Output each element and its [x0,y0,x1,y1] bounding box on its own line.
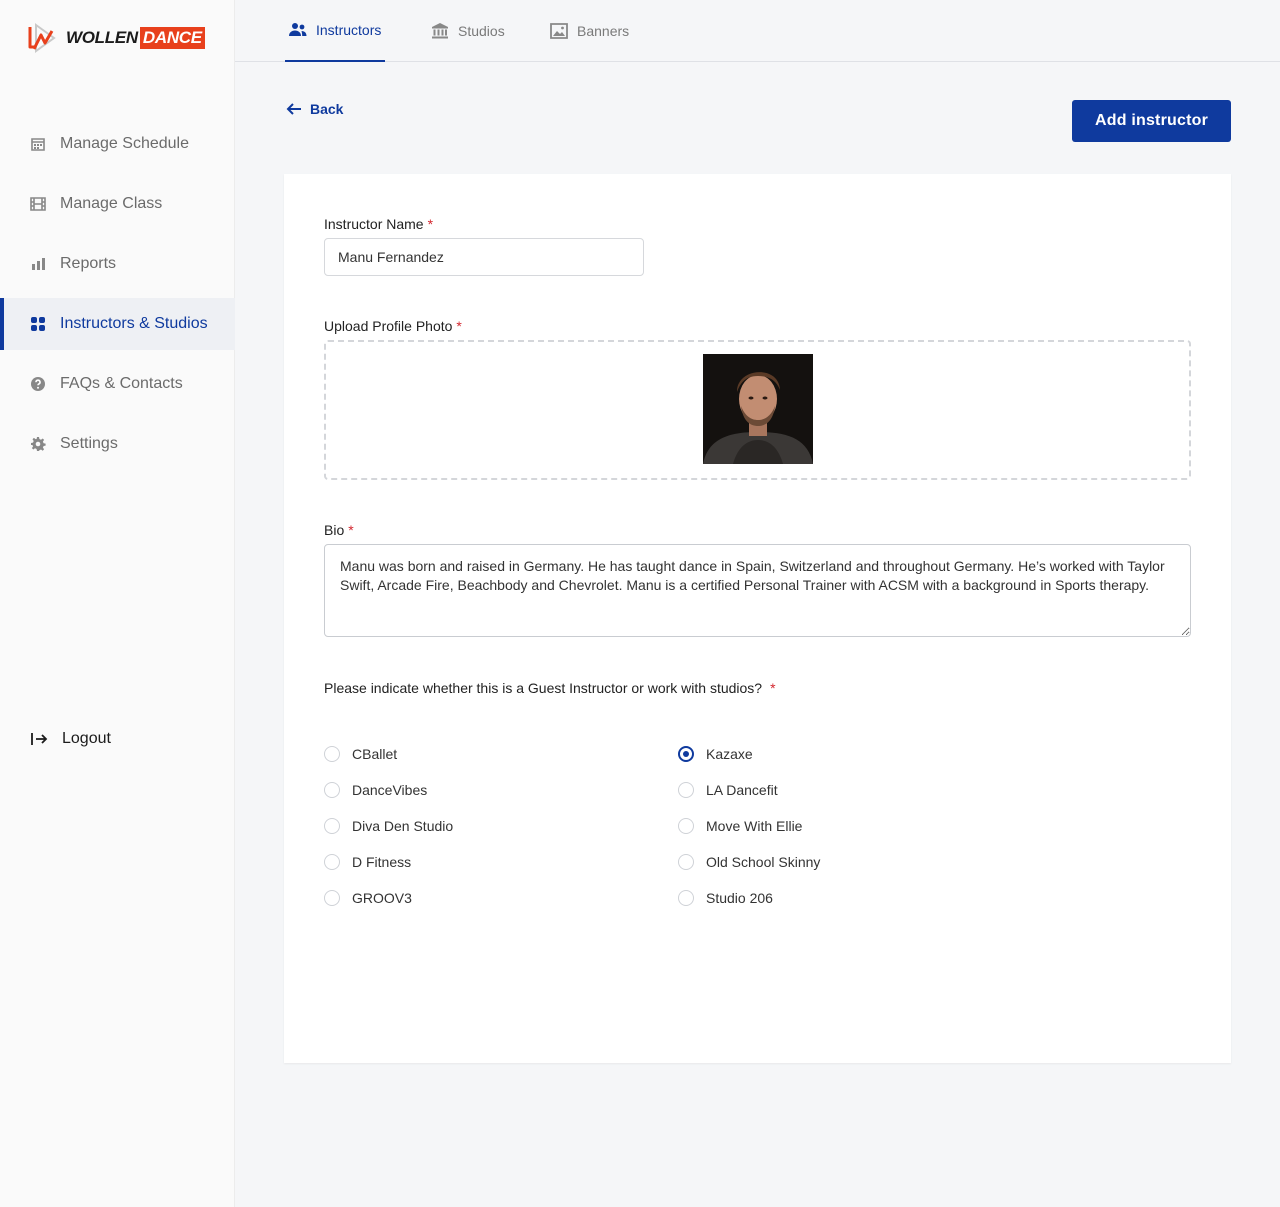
sidebar-item-settings[interactable]: Settings [0,418,235,470]
radio-option-studio-206[interactable]: Studio 206 [678,890,773,906]
bio-textarea[interactable]: Manu was born and raised in Germany. He … [324,544,1191,637]
radio-label: GROOV3 [352,890,412,906]
brand-logo[interactable]: WOLLEN DANCE [24,20,205,56]
radio-option-move-with-ellie[interactable]: Move With Ellie [678,818,802,834]
bank-icon [432,23,448,39]
radio-button[interactable] [324,854,340,870]
radio-button[interactable] [678,890,694,906]
label-text: Upload Profile Photo [324,318,453,334]
tab-instructors[interactable]: Instructors [285,0,386,62]
back-label: Back [310,101,344,117]
sidebar-item-label: FAQs & Contacts [60,375,183,392]
gear-icon [31,437,46,451]
image-icon [550,23,568,39]
brand-name-part2: DANCE [139,27,205,49]
add-instructor-button[interactable]: Add instructor [1072,100,1231,142]
required-mark: * [770,680,776,696]
radio-button-selected[interactable] [678,746,694,762]
grid-icon [31,317,45,331]
studios-question-label: Please indicate whether this is a Guest … [324,680,776,696]
sidebar-item-reports[interactable]: Reports [0,238,235,290]
instructor-name-input[interactable] [324,238,644,276]
instructor-name-label: Instructor Name * [324,216,433,232]
tab-label: Banners [577,23,630,39]
users-icon [289,23,307,36]
sidebar-nav: Manage Schedule Manage Class Reports Ins… [0,118,235,478]
required-mark: * [348,522,354,538]
radio-button[interactable] [324,818,340,834]
label-text: Bio [324,522,345,538]
radio-label: Studio 206 [706,890,773,906]
label-text: Instructor Name [324,216,424,232]
radio-label: CBallet [352,746,398,762]
top-tabs: Instructors Studios Banners [235,0,1280,62]
sidebar-item-manage-schedule[interactable]: Manage Schedule [0,118,235,170]
bar-chart-icon [32,258,45,270]
logo-mark-icon [28,23,56,53]
radio-button[interactable] [678,782,694,798]
radio-button[interactable] [678,854,694,870]
radio-option-old-school-skinny[interactable]: Old School Skinny [678,854,820,870]
tab-studios[interactable]: Studios [431,0,505,62]
photo-label: Upload Profile Photo * [324,318,462,334]
sidebar: WOLLEN DANCE Manage Schedule Manage Clas… [0,0,235,1207]
profile-photo-image [703,354,813,464]
sidebar-item-label: Reports [60,255,117,272]
back-link[interactable]: Back [285,100,343,118]
radio-button[interactable] [324,782,340,798]
sidebar-item-label: Settings [60,435,118,452]
radio-option-kazaxe[interactable]: Kazaxe [678,746,753,762]
radio-label: Diva Den Studio [352,818,454,834]
sidebar-item-manage-class[interactable]: Manage Class [0,178,235,230]
radio-button[interactable] [678,818,694,834]
logout-label: Logout [62,730,111,747]
tab-label: Instructors [316,22,382,38]
radio-option-diva-den-studio[interactable]: Diva Den Studio [324,818,453,834]
radio-label: DanceVibes [352,782,428,798]
tab-banners[interactable]: Banners [550,0,629,62]
radio-button[interactable] [324,890,340,906]
radio-option-dancevibes[interactable]: DanceVibes [324,782,427,798]
radio-button[interactable] [324,746,340,762]
tab-label: Studios [458,23,505,39]
radio-label: D Fitness [352,854,412,870]
radio-option-d-fitness[interactable]: D Fitness [324,854,411,870]
calendar-icon [31,138,45,151]
profile-photo [703,354,813,464]
logout-icon [31,733,48,745]
radio-option-la-dancefit[interactable]: LA Dancefit [678,782,778,798]
bio-label: Bio * [324,522,354,538]
radio-option-groov3[interactable]: GROOV3 [324,890,412,906]
radio-label: LA Dancefit [706,782,778,798]
arrow-left-icon [286,103,301,115]
brand-name-part1: WOLLEN [66,28,138,47]
photo-dropzone[interactable] [324,340,1191,480]
required-mark: * [456,318,462,334]
radio-label: Old School Skinny [706,854,821,870]
radio-option-cballet[interactable]: CBallet [324,746,397,762]
label-text: Please indicate whether this is a Guest … [324,680,763,696]
help-icon [31,377,45,391]
sidebar-item-instructors-studios[interactable]: Instructors & Studios [0,298,235,350]
sidebar-item-faqs-contacts[interactable]: FAQs & Contacts [0,358,235,410]
logout-button[interactable]: Logout [30,730,111,748]
required-mark: * [427,216,434,232]
radio-label: Kazaxe [706,746,753,762]
film-icon [30,197,46,211]
sidebar-item-label: Manage Class [60,195,163,212]
sidebar-item-label: Instructors & Studios [60,315,208,332]
instructor-form-card: Instructor Name* Upload Profile Photo* B… [284,174,1231,1063]
radio-label: Move With Ellie [706,818,803,834]
sidebar-item-label: Manage Schedule [60,135,189,152]
